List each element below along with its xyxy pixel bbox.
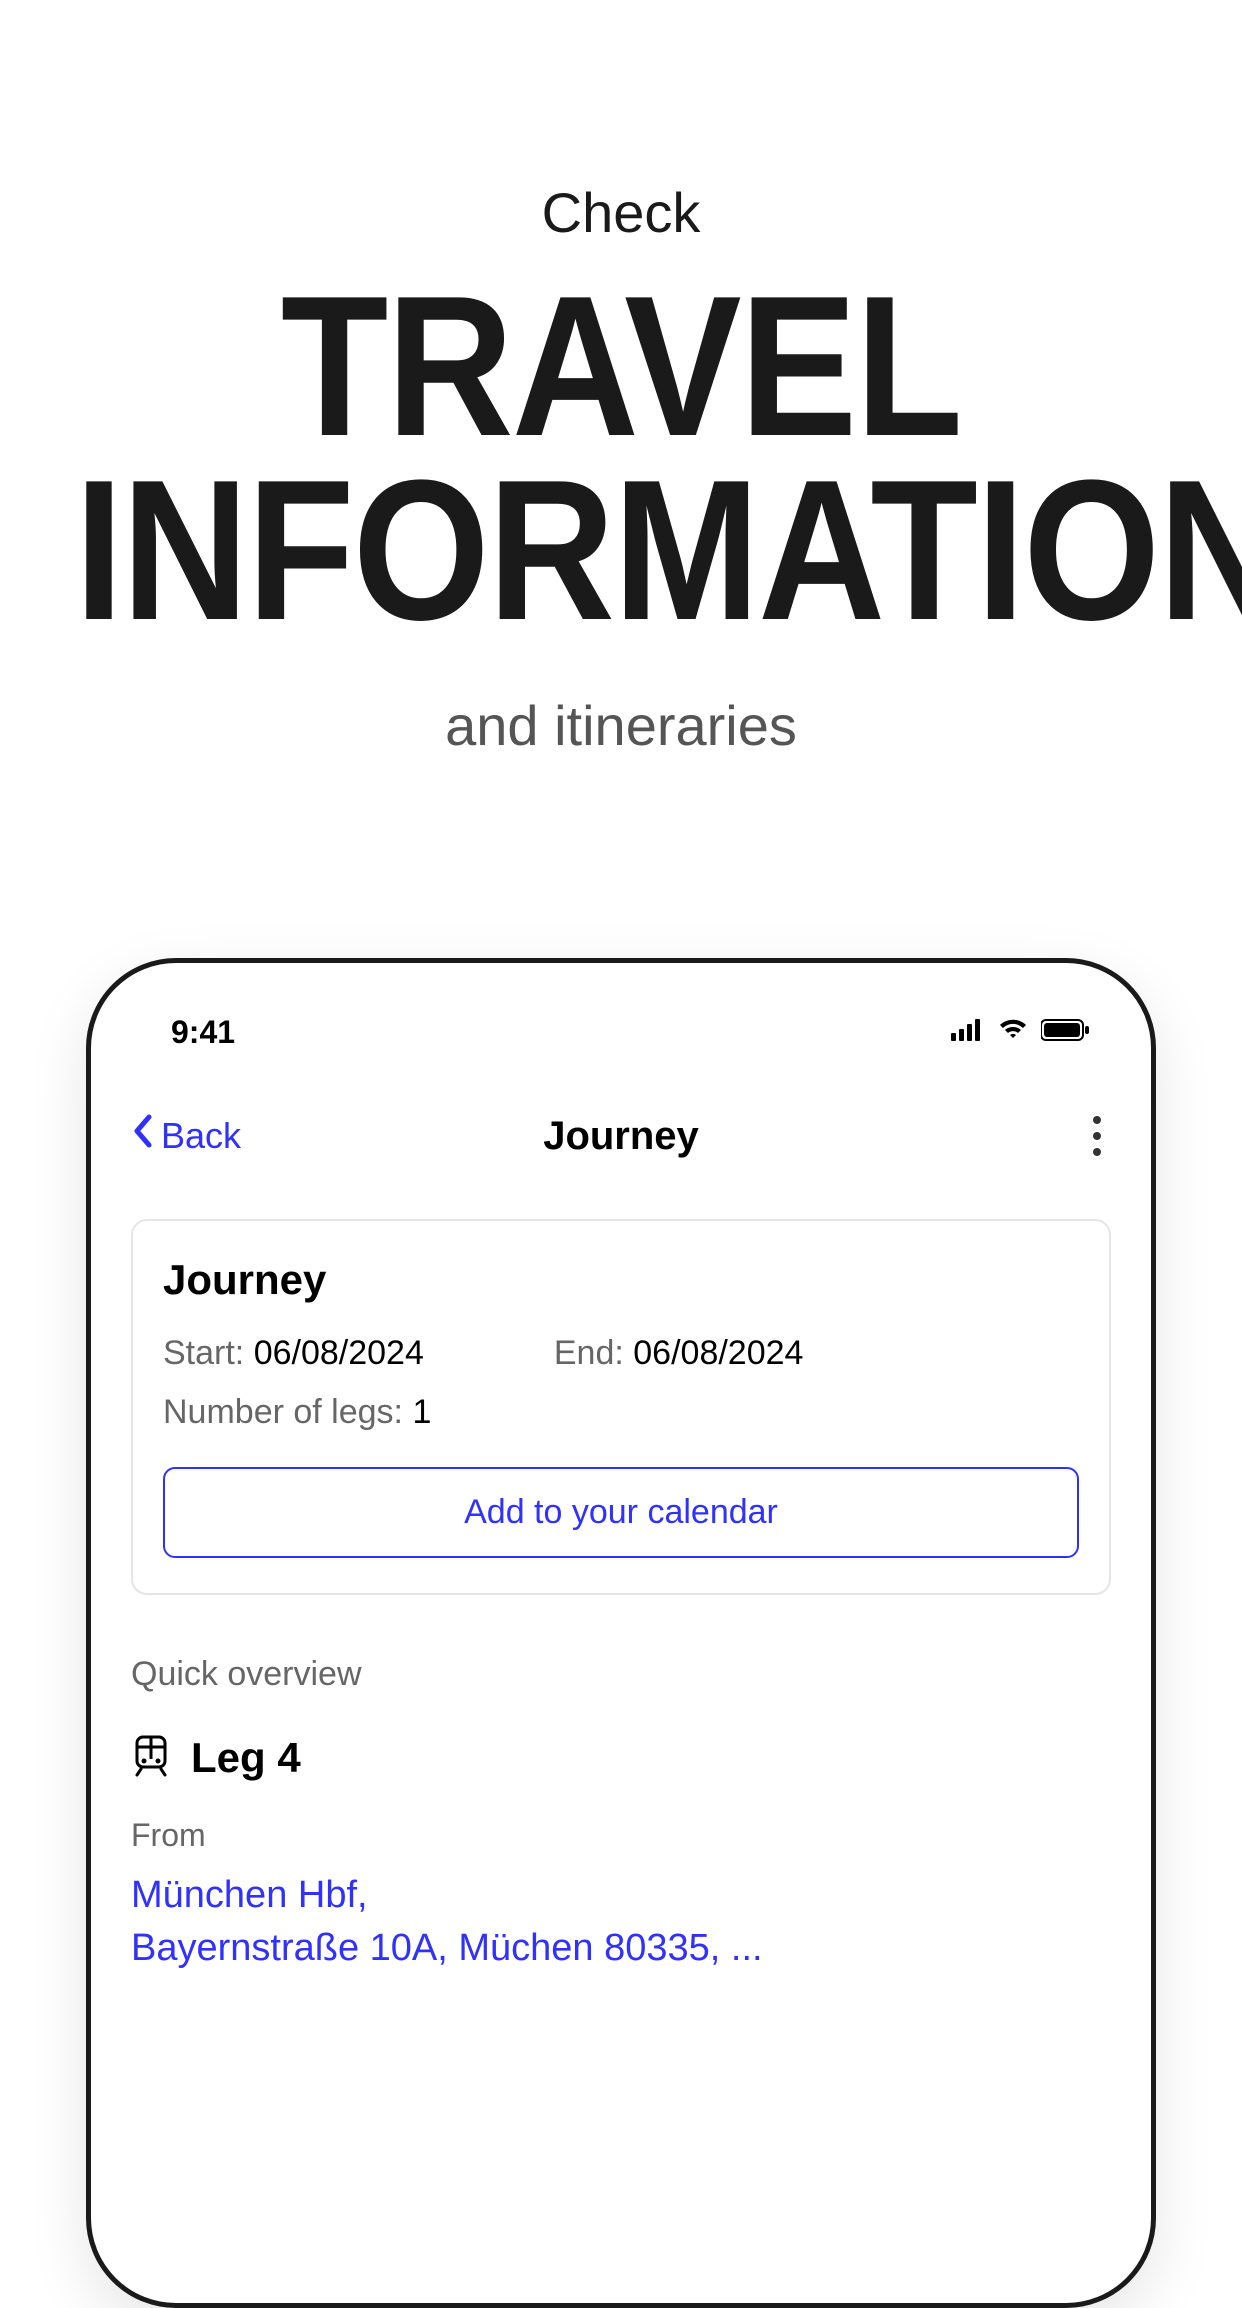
back-button[interactable]: Back xyxy=(131,1113,241,1159)
more-menu-button[interactable] xyxy=(1093,1116,1101,1156)
start-value: 06/08/2024 xyxy=(254,1334,424,1372)
from-address-line1: München Hbf, xyxy=(131,1869,1111,1922)
navigation-bar: Back Journey xyxy=(91,1063,1151,1189)
from-address-line2: Bayernstraße 10A, Müchen 80335, ... xyxy=(131,1922,1111,1975)
add-to-calendar-button[interactable]: Add to your calendar xyxy=(163,1467,1079,1558)
phone-frame: 9:41 xyxy=(86,958,1156,2308)
more-icon xyxy=(1093,1132,1101,1140)
from-label: From xyxy=(131,1817,1111,1854)
leg-title: Leg 4 xyxy=(191,1734,301,1782)
status-bar: 9:41 xyxy=(91,963,1151,1063)
overview-section: Quick overview Leg 4 From München Hbf, B… xyxy=(91,1625,1151,2005)
end-date: End: 06/08/2024 xyxy=(554,1334,804,1373)
legs-label: Number of legs: xyxy=(163,1393,412,1431)
journey-card: Journey Start: 06/08/2024 End: 06/08/202… xyxy=(131,1219,1111,1595)
wifi-icon xyxy=(997,1018,1029,1047)
promo-subtitle: and itineraries xyxy=(0,693,1242,758)
start-label: Start: xyxy=(163,1334,254,1372)
start-date: Start: 06/08/2024 xyxy=(163,1334,424,1373)
from-address-link[interactable]: München Hbf, Bayernstraße 10A, Müchen 80… xyxy=(131,1869,1111,1975)
leg-header: Leg 4 xyxy=(131,1734,1111,1782)
battery-icon xyxy=(1041,1018,1091,1047)
back-label: Back xyxy=(161,1115,241,1157)
status-icons xyxy=(951,1018,1091,1047)
overview-title: Quick overview xyxy=(131,1655,1111,1694)
legs-value: 1 xyxy=(412,1393,431,1431)
end-value: 06/08/2024 xyxy=(633,1334,803,1372)
more-icon xyxy=(1093,1148,1101,1156)
promo-check-text: Check xyxy=(0,180,1242,245)
promo-title-line1: TRAVEL xyxy=(75,275,1168,459)
end-label: End: xyxy=(554,1334,633,1372)
chevron-left-icon xyxy=(131,1113,153,1159)
date-row: Start: 06/08/2024 End: 06/08/2024 xyxy=(163,1334,1079,1373)
train-icon xyxy=(131,1735,171,1782)
cellular-signal-icon xyxy=(951,1019,985,1046)
promo-header: Check TRAVEL INFORMATION and itineraries xyxy=(0,0,1242,758)
page-title: Journey xyxy=(543,1114,699,1159)
more-icon xyxy=(1093,1116,1101,1124)
card-title: Journey xyxy=(163,1256,1079,1304)
legs-count: Number of legs: 1 xyxy=(163,1393,1079,1432)
promo-title: TRAVEL INFORMATION xyxy=(75,275,1168,643)
status-time: 9:41 xyxy=(171,1014,235,1051)
promo-title-line2: INFORMATION xyxy=(75,459,1168,643)
